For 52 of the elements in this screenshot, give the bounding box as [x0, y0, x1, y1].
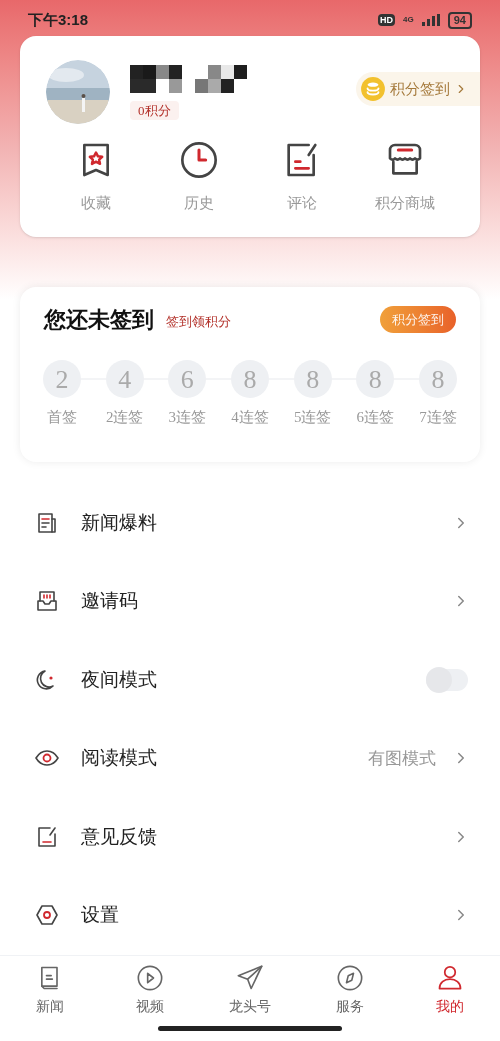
day-label: 4连签 — [231, 408, 269, 428]
hd-badge: HD — [378, 14, 396, 27]
edit-icon — [35, 824, 59, 849]
checkin-title: 您还未签到 — [44, 306, 154, 335]
day-label: 首签 — [47, 408, 77, 428]
person-icon — [436, 963, 464, 992]
day-label: 3连签 — [168, 408, 207, 428]
day-points: 4 — [105, 360, 144, 399]
toggle-switch[interactable] — [426, 668, 468, 691]
play-circle-icon — [136, 963, 164, 992]
day-points: 8 — [293, 360, 332, 399]
status-time: 下午3:18 — [28, 9, 89, 30]
network-type: 4G — [403, 14, 414, 27]
battery-level: 94 — [447, 11, 472, 29]
day-label: 6连签 — [356, 408, 395, 428]
checkin-button[interactable]: 积分签到 — [356, 72, 480, 107]
menu-label: 邀请码 — [81, 589, 138, 614]
signal-icon — [421, 14, 440, 27]
menu-value: 有图模式 — [368, 747, 436, 770]
tab-bar-item[interactable]: 我的 — [410, 963, 490, 1017]
tab-bar-item[interactable]: 服务 — [310, 963, 390, 1017]
day-label: 2连签 — [105, 408, 144, 428]
points-badge: 0积分 — [130, 100, 179, 121]
day-points: 2 — [43, 360, 81, 399]
day-label: 5连签 — [293, 408, 332, 428]
day-points: 6 — [168, 360, 207, 399]
tab-bar-item[interactable]: 龙头号 — [210, 963, 290, 1017]
coin-stack-icon — [360, 76, 386, 103]
menu-item[interactable]: 意见反馈 — [0, 797, 500, 877]
menu-label: 夜间模式 — [81, 667, 157, 692]
document-icon — [35, 510, 59, 535]
menu-label: 新闻爆料 — [81, 510, 157, 535]
day-points: 8 — [230, 360, 269, 399]
tab-bar-item[interactable]: 新闻 — [10, 963, 90, 1017]
day-points: 8 — [356, 360, 395, 399]
menu-label: 阅读模式 — [81, 746, 157, 771]
menu-item[interactable]: 新闻爆料 — [0, 483, 500, 563]
menu-label: 设置 — [81, 903, 119, 928]
menu-label: 意见反馈 — [81, 824, 157, 849]
clock-icon — [178, 140, 219, 181]
tab-bar-item[interactable]: 视频 — [110, 963, 190, 1017]
inbox-icon — [35, 589, 59, 614]
compass-icon — [336, 963, 364, 992]
checkin-subtitle: 签到领积分 — [166, 312, 231, 331]
menu-item[interactable]: 邀请码 — [0, 562, 500, 641]
day-label: 7连签 — [419, 408, 457, 428]
day-points: 8 — [418, 360, 457, 399]
menu-item[interactable]: 设置 — [0, 876, 500, 955]
settings-icon — [35, 903, 59, 928]
paper-plane-icon — [236, 963, 264, 992]
menu-item[interactable]: 阅读模式 有图模式 — [0, 719, 500, 798]
menu-item[interactable]: 夜间模式 — [0, 640, 500, 720]
